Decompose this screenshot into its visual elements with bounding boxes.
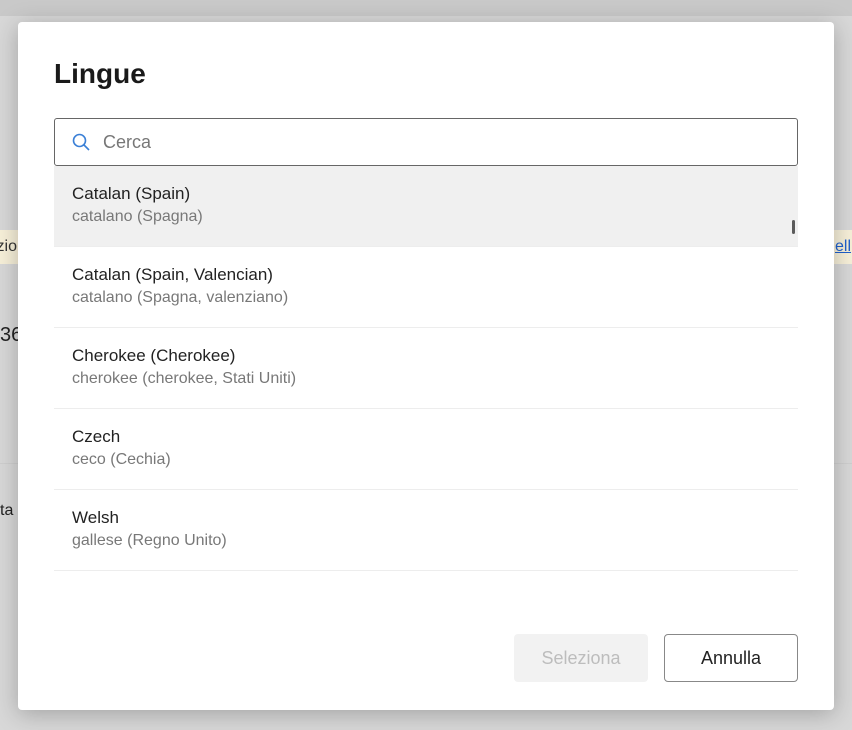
search-input[interactable]: [103, 132, 781, 153]
bg-fragment-left: zio: [0, 230, 18, 264]
list-item-secondary: cherokee (cherokee, Stati Uniti): [72, 370, 780, 388]
cancel-button[interactable]: Annulla: [664, 634, 798, 682]
select-button[interactable]: Seleziona: [514, 634, 648, 682]
bg-fragment-right: ell: [834, 230, 852, 264]
language-dialog: Lingue Catalan (Spain) catalano (Spagna)…: [18, 22, 834, 710]
list-item[interactable]: Welsh gallese (Regno Unito): [54, 490, 798, 571]
language-list: Catalan (Spain) catalano (Spagna) Catala…: [54, 166, 798, 610]
bg-fragment-ta: ta: [0, 502, 13, 520]
list-item-secondary: gallese (Regno Unito): [72, 532, 780, 550]
list-item-primary: Welsh: [72, 508, 780, 528]
list-item-primary: Cherokee (Cherokee): [72, 346, 780, 366]
scrollbar-thumb[interactable]: [792, 220, 795, 234]
list-item-secondary: catalano (Spagna): [72, 208, 780, 226]
search-icon: [71, 132, 91, 152]
dialog-title: Lingue: [54, 58, 798, 90]
dialog-footer: Seleziona Annulla: [54, 634, 798, 682]
list-item-secondary: ceco (Cechia): [72, 451, 780, 469]
list-item[interactable]: Catalan (Spain, Valencian) catalano (Spa…: [54, 247, 798, 328]
list-item-primary: Catalan (Spain, Valencian): [72, 265, 780, 285]
bg-top-bar: [0, 0, 852, 16]
list-item-primary: Catalan (Spain): [72, 184, 780, 204]
list-item-secondary: catalano (Spagna, valenziano): [72, 289, 780, 307]
list-item-primary: Czech: [72, 427, 780, 447]
list-item[interactable]: Cherokee (Cherokee) cherokee (cherokee, …: [54, 328, 798, 409]
search-box[interactable]: [54, 118, 798, 166]
list-item[interactable]: Catalan (Spain) catalano (Spagna): [54, 166, 798, 247]
list-item[interactable]: Czech ceco (Cechia): [54, 409, 798, 490]
